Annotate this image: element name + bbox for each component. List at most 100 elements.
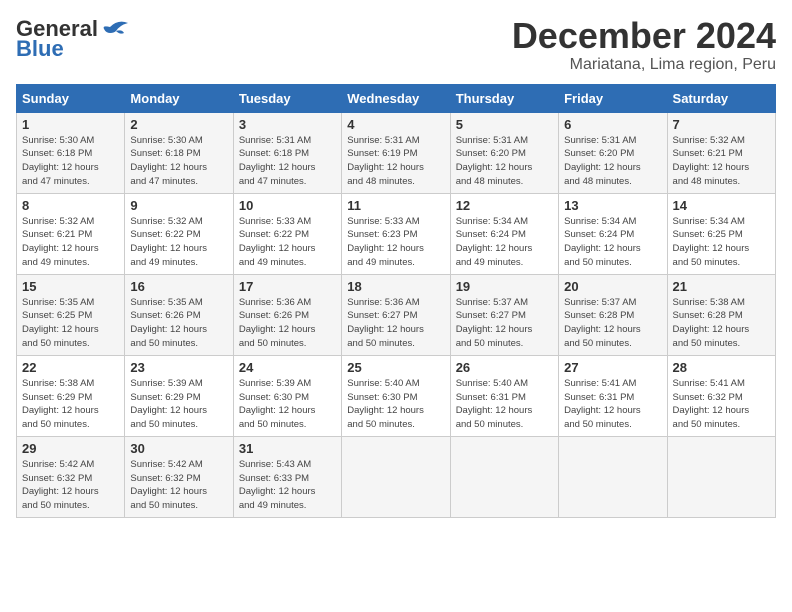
calendar-day-cell: 11 Sunrise: 5:33 AMSunset: 6:23 PMDayligh… <box>342 193 450 274</box>
day-info: Sunrise: 5:38 AMSunset: 6:29 PMDaylight:… <box>22 377 119 432</box>
month-title: December 2024 <box>512 16 776 56</box>
logo: General Blue <box>16 16 128 62</box>
day-number: 31 <box>239 441 336 456</box>
day-number: 23 <box>130 360 227 375</box>
calendar-day-cell: 19 Sunrise: 5:37 AMSunset: 6:27 PMDayligh… <box>450 274 558 355</box>
calendar-day-cell <box>559 436 667 517</box>
calendar-day-cell: 3 Sunrise: 5:31 AMSunset: 6:18 PMDaylight… <box>233 112 341 193</box>
calendar-day-cell: 29Sunrise: 5:42 AMSunset: 6:32 PMDayligh… <box>17 436 125 517</box>
calendar-week-row: 1Sunrise: 5:30 AMSunset: 6:18 PMDaylight… <box>17 112 776 193</box>
day-info: Sunrise: 5:41 AMSunset: 6:31 PMDaylight:… <box>564 377 661 432</box>
day-number: 4 <box>347 117 444 132</box>
calendar-day-cell: 30Sunrise: 5:42 AMSunset: 6:32 PMDayligh… <box>125 436 233 517</box>
day-number: 21 <box>673 279 770 294</box>
logo-text-blue: Blue <box>16 36 64 62</box>
day-number: 17 <box>239 279 336 294</box>
day-number: 19 <box>456 279 553 294</box>
day-info: Sunrise: 5:40 AMSunset: 6:31 PMDaylight:… <box>456 377 553 432</box>
calendar-day-cell: 10 Sunrise: 5:33 AMSunset: 6:22 PMDayligh… <box>233 193 341 274</box>
day-info: Sunrise: 5:37 AMSunset: 6:27 PMDaylight:… <box>456 296 553 351</box>
day-number: 18 <box>347 279 444 294</box>
day-number: 15 <box>22 279 119 294</box>
day-info: Sunrise: 5:30 AMSunset: 6:18 PMDaylight:… <box>22 134 119 189</box>
calendar-day-cell <box>342 436 450 517</box>
day-info: Sunrise: 5:34 AMSunset: 6:24 PMDaylight:… <box>456 215 553 270</box>
day-info: Sunrise: 5:33 AMSunset: 6:23 PMDaylight:… <box>347 215 444 270</box>
day-number: 8 <box>22 198 119 213</box>
day-number: 9 <box>130 198 227 213</box>
calendar-week-row: 15 Sunrise: 5:35 AMSunset: 6:25 PMDayligh… <box>17 274 776 355</box>
logo-bird-icon <box>100 19 128 39</box>
day-info: Sunrise: 5:32 AMSunset: 6:21 PMDaylight:… <box>673 134 770 189</box>
weekday-header-friday: Friday <box>559 84 667 112</box>
calendar-day-cell: 27 Sunrise: 5:41 AMSunset: 6:31 PMDayligh… <box>559 355 667 436</box>
calendar-day-cell: 21 Sunrise: 5:38 AMSunset: 6:28 PMDayligh… <box>667 274 775 355</box>
calendar-day-cell <box>667 436 775 517</box>
day-number: 3 <box>239 117 336 132</box>
day-number: 25 <box>347 360 444 375</box>
calendar-day-cell: 14Sunrise: 5:34 AMSunset: 6:25 PMDayligh… <box>667 193 775 274</box>
day-number: 6 <box>564 117 661 132</box>
weekday-header-thursday: Thursday <box>450 84 558 112</box>
day-info: Sunrise: 5:43 AMSunset: 6:33 PMDaylight:… <box>239 458 336 513</box>
calendar-day-cell: 6 Sunrise: 5:31 AMSunset: 6:20 PMDaylight… <box>559 112 667 193</box>
page-header: General Blue December 2024 Mariatana, Li… <box>16 16 776 74</box>
day-number: 13 <box>564 198 661 213</box>
day-number: 11 <box>347 198 444 213</box>
calendar-day-cell: 22Sunrise: 5:38 AMSunset: 6:29 PMDayligh… <box>17 355 125 436</box>
calendar-day-cell: 7 Sunrise: 5:32 AMSunset: 6:21 PMDaylight… <box>667 112 775 193</box>
day-info: Sunrise: 5:38 AMSunset: 6:28 PMDaylight:… <box>673 296 770 351</box>
calendar-day-cell: 28 Sunrise: 5:41 AMSunset: 6:32 PMDayligh… <box>667 355 775 436</box>
day-number: 16 <box>130 279 227 294</box>
day-info: Sunrise: 5:41 AMSunset: 6:32 PMDaylight:… <box>673 377 770 432</box>
day-info: Sunrise: 5:31 AMSunset: 6:20 PMDaylight:… <box>564 134 661 189</box>
day-info: Sunrise: 5:31 AMSunset: 6:20 PMDaylight:… <box>456 134 553 189</box>
weekday-header-wednesday: Wednesday <box>342 84 450 112</box>
calendar-day-cell: 15 Sunrise: 5:35 AMSunset: 6:25 PMDayligh… <box>17 274 125 355</box>
day-info: Sunrise: 5:42 AMSunset: 6:32 PMDaylight:… <box>22 458 119 513</box>
calendar-body: 1Sunrise: 5:30 AMSunset: 6:18 PMDaylight… <box>17 112 776 517</box>
calendar-week-row: 22Sunrise: 5:38 AMSunset: 6:29 PMDayligh… <box>17 355 776 436</box>
weekday-header-sunday: Sunday <box>17 84 125 112</box>
day-info: Sunrise: 5:31 AMSunset: 6:19 PMDaylight:… <box>347 134 444 189</box>
day-info: Sunrise: 5:39 AMSunset: 6:30 PMDaylight:… <box>239 377 336 432</box>
day-number: 10 <box>239 198 336 213</box>
day-info: Sunrise: 5:34 AMSunset: 6:25 PMDaylight:… <box>673 215 770 270</box>
weekday-header-tuesday: Tuesday <box>233 84 341 112</box>
calendar-day-cell: 31 Sunrise: 5:43 AMSunset: 6:33 PMDayligh… <box>233 436 341 517</box>
day-info: Sunrise: 5:32 AMSunset: 6:22 PMDaylight:… <box>130 215 227 270</box>
day-number: 27 <box>564 360 661 375</box>
calendar-day-cell: 20Sunrise: 5:37 AMSunset: 6:28 PMDayligh… <box>559 274 667 355</box>
day-number: 5 <box>456 117 553 132</box>
calendar-day-cell: 5 Sunrise: 5:31 AMSunset: 6:20 PMDaylight… <box>450 112 558 193</box>
title-area: December 2024 Mariatana, Lima region, Pe… <box>512 16 776 74</box>
day-info: Sunrise: 5:33 AMSunset: 6:22 PMDaylight:… <box>239 215 336 270</box>
calendar-day-cell: 9 Sunrise: 5:32 AMSunset: 6:22 PMDaylight… <box>125 193 233 274</box>
calendar-day-cell: 23 Sunrise: 5:39 AMSunset: 6:29 PMDayligh… <box>125 355 233 436</box>
day-info: Sunrise: 5:31 AMSunset: 6:18 PMDaylight:… <box>239 134 336 189</box>
calendar-day-cell: 17Sunrise: 5:36 AMSunset: 6:26 PMDayligh… <box>233 274 341 355</box>
day-info: Sunrise: 5:40 AMSunset: 6:30 PMDaylight:… <box>347 377 444 432</box>
calendar-day-cell: 16 Sunrise: 5:35 AMSunset: 6:26 PMDayligh… <box>125 274 233 355</box>
calendar-day-cell: 24Sunrise: 5:39 AMSunset: 6:30 PMDayligh… <box>233 355 341 436</box>
day-info: Sunrise: 5:42 AMSunset: 6:32 PMDaylight:… <box>130 458 227 513</box>
calendar-header-row: SundayMondayTuesdayWednesdayThursdayFrid… <box>17 84 776 112</box>
calendar-table: SundayMondayTuesdayWednesdayThursdayFrid… <box>16 84 776 518</box>
weekday-header-monday: Monday <box>125 84 233 112</box>
calendar-day-cell: 2Sunrise: 5:30 AMSunset: 6:18 PMDaylight… <box>125 112 233 193</box>
day-number: 26 <box>456 360 553 375</box>
day-number: 28 <box>673 360 770 375</box>
day-info: Sunrise: 5:39 AMSunset: 6:29 PMDaylight:… <box>130 377 227 432</box>
calendar-day-cell: 18 Sunrise: 5:36 AMSunset: 6:27 PMDayligh… <box>342 274 450 355</box>
day-number: 7 <box>673 117 770 132</box>
day-info: Sunrise: 5:35 AMSunset: 6:26 PMDaylight:… <box>130 296 227 351</box>
day-info: Sunrise: 5:32 AMSunset: 6:21 PMDaylight:… <box>22 215 119 270</box>
calendar-day-cell: 1Sunrise: 5:30 AMSunset: 6:18 PMDaylight… <box>17 112 125 193</box>
calendar-day-cell <box>450 436 558 517</box>
weekday-header-saturday: Saturday <box>667 84 775 112</box>
day-info: Sunrise: 5:36 AMSunset: 6:27 PMDaylight:… <box>347 296 444 351</box>
day-info: Sunrise: 5:35 AMSunset: 6:25 PMDaylight:… <box>22 296 119 351</box>
day-info: Sunrise: 5:37 AMSunset: 6:28 PMDaylight:… <box>564 296 661 351</box>
calendar-week-row: 29Sunrise: 5:42 AMSunset: 6:32 PMDayligh… <box>17 436 776 517</box>
calendar-day-cell: 25 Sunrise: 5:40 AMSunset: 6:30 PMDayligh… <box>342 355 450 436</box>
